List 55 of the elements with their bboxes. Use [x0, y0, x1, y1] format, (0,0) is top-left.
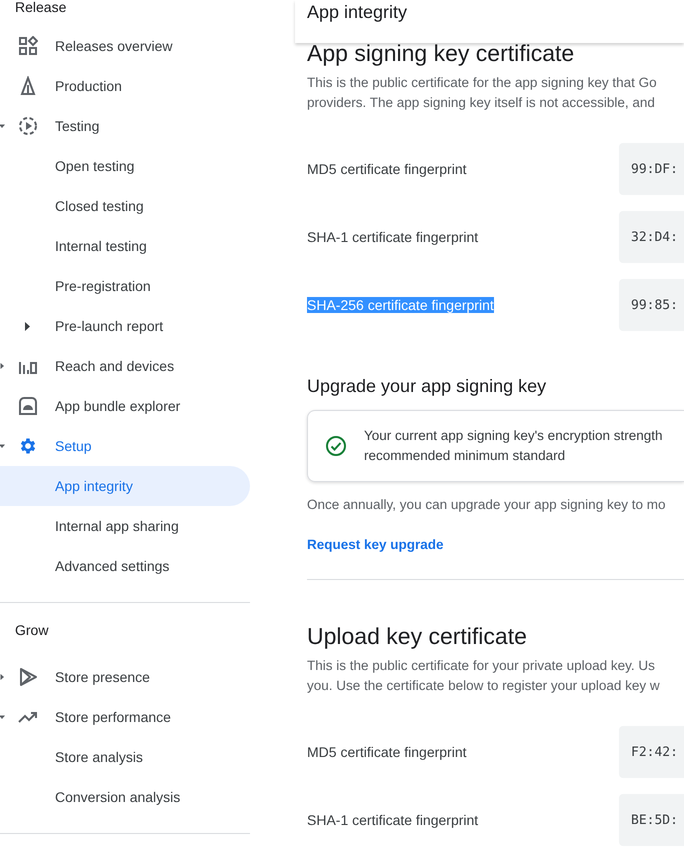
sidebar-item[interactable]: Store presence — [0, 657, 250, 697]
section-heading: Upgrade your app signing key — [307, 375, 548, 398]
fingerprint-label: SHA-256 certificate fingerprint — [307, 297, 494, 313]
fingerprint-value: F2:42: — [619, 726, 684, 778]
caret-icon[interactable] — [0, 363, 5, 369]
description-text: This is the public certificate for your private upload key. Us — [307, 657, 655, 675]
notice-text: recommended minimum standard — [364, 447, 566, 465]
sidebar-item[interactable]: Releases overview — [0, 26, 250, 66]
fingerprint-label: MD5 certificate fingerprint — [307, 744, 467, 760]
request-key-upgrade-link[interactable]: Request key upgrade — [307, 537, 444, 552]
sidebar-item[interactable]: Open testing — [0, 146, 250, 186]
sidebar-item[interactable]: Internal app sharing — [0, 506, 250, 546]
sidebar-item[interactable]: App integrity — [0, 466, 250, 506]
description-text: providers. The app signing key itself is not accessible, and — [307, 94, 655, 112]
fingerprint-label: MD5 certificate fingerprint — [307, 161, 467, 177]
sidebar-item[interactable]: Reach and devices — [0, 346, 250, 386]
triangle-icon — [18, 76, 38, 96]
fingerprint-value: 99:DF: — [619, 143, 684, 195]
check-circle-icon — [325, 435, 347, 457]
sidebar-item[interactable]: Testing — [0, 106, 250, 146]
android-icon — [17, 396, 39, 416]
sidebar-item[interactable]: Pre-registration — [0, 266, 250, 306]
section-label: Release — [14, 0, 68, 17]
play-icon — [18, 667, 38, 687]
sidebar-item[interactable]: Closed testing — [0, 186, 250, 226]
play-circle-icon — [18, 116, 38, 136]
settings-icon — [18, 436, 38, 456]
sidebar-item[interactable]: Setup — [0, 426, 250, 466]
fingerprint-label: SHA-1 certificate fingerprint — [307, 229, 478, 245]
caret-icon[interactable] — [0, 714, 5, 720]
body-text: Once annually, you can upgrade your app signing key to mo — [307, 496, 666, 514]
page-title: App integrity — [307, 2, 408, 23]
notice-text: Your current app signing key's encryption strength — [364, 427, 663, 445]
sidebar-item[interactable]: Conversion analysis — [0, 777, 250, 817]
section-heading: Upload key certificate — [307, 623, 528, 649]
fingerprint-value: 99:85: — [619, 279, 684, 331]
fingerprint-label: SHA-1 certificate fingerprint — [307, 812, 478, 828]
description-text: This is the public certificate for the app signing key that Go — [307, 74, 657, 92]
caret-icon[interactable] — [0, 674, 5, 680]
section-label: Grow — [14, 621, 50, 640]
fingerprint-value: 32:D4: — [619, 211, 684, 263]
sidebar-item[interactable]: Advanced settings — [0, 546, 250, 586]
caret-icon[interactable] — [0, 443, 5, 449]
sidebar-item[interactable]: Production — [0, 66, 250, 106]
grid-icon — [18, 36, 38, 56]
section-heading: App signing key certificate — [307, 40, 576, 66]
sidebar-item[interactable]: Store performance — [0, 697, 250, 737]
sidebar-item[interactable]: Store analysis — [0, 737, 250, 777]
caret-icon[interactable] — [0, 123, 5, 129]
fingerprint-value: BE:5D: — [619, 794, 684, 846]
caret-icon[interactable] — [25, 322, 31, 330]
sidebar-item[interactable]: Internal testing — [0, 226, 250, 266]
sidebar-item[interactable]: Pre-launch report — [0, 306, 250, 346]
sidebar-item[interactable]: App bundle explorer — [0, 386, 250, 426]
description-text: you. Use the certificate below to register your upload key w — [307, 677, 660, 695]
